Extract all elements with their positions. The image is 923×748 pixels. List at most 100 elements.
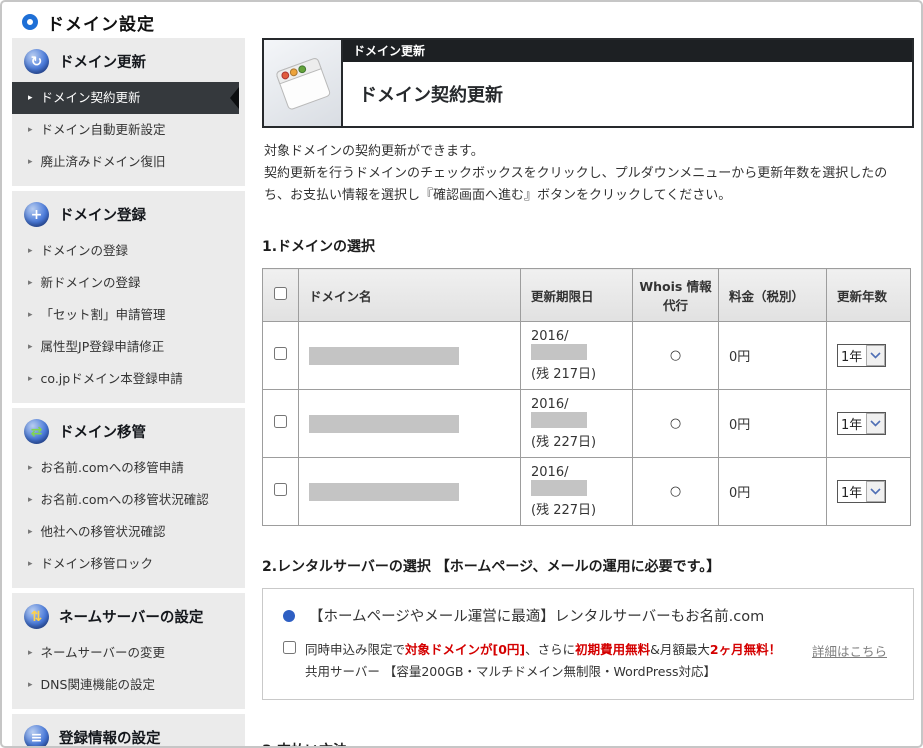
- selected-years: 1年: [838, 482, 866, 501]
- sidebar-item-domain-register[interactable]: ▸ ドメインの登録: [12, 235, 245, 267]
- whois-proxy-status: ○: [633, 390, 719, 458]
- sidebar-item-label: 「セット割」申請管理: [41, 307, 166, 323]
- sidebar-section-header: ⇄ ドメイン移管: [12, 410, 245, 452]
- sidebar-section-title: ドメイン更新: [59, 51, 146, 72]
- section2-heading: 2.レンタルサーバーの選択 【ホームページ、メールの運用に必要です。】: [262, 556, 914, 576]
- triangle-bullet-icon: ▸: [28, 371, 33, 387]
- dropdown-arrow-icon: [866, 481, 885, 502]
- col-header-domain: ドメイン名: [299, 269, 521, 322]
- content-title: ドメイン契約更新: [343, 62, 912, 126]
- sidebar-item-label: 新ドメインの登録: [41, 275, 141, 291]
- sidebar-item-nameserver-change[interactable]: ▸ ネームサーバーの変更: [12, 637, 245, 669]
- sidebar-section-title: ドメイン移管: [59, 421, 146, 442]
- days-remaining: (残 227日): [531, 499, 622, 518]
- sidebar-item-label: ドメインの登録: [41, 243, 129, 259]
- table-header-row: ドメイン名 更新期限日 Whois 情報代行 料金（税別） 更新年数: [263, 269, 911, 322]
- row-checkbox[interactable]: [274, 415, 287, 428]
- sidebar-section-header: ↻ ドメイン更新: [12, 40, 245, 82]
- sidebar-item-new-domain-register[interactable]: ▸ 新ドメインの登録: [12, 267, 245, 299]
- price: 0円: [719, 322, 827, 390]
- server-spec-text: 共用サーバー 【容量200GB・マルチドメイン無制限・WordPress対応】: [305, 661, 781, 683]
- sidebar-item-set-discount-management[interactable]: ▸ 「セット割」申請管理: [12, 299, 245, 331]
- sidebar-item-cojp-main-registration[interactable]: ▸ co.jpドメイン本登録申請: [12, 363, 245, 395]
- sidebar-item-jp-registration-fix[interactable]: ▸ 属性型JP登録申請修正: [12, 331, 245, 363]
- globe-nameserver-icon: ⇅: [24, 604, 49, 629]
- sidebar-section-domain-registration: + ドメイン登録 ▸ ドメインの登録 ▸ 新ドメインの登録 ▸ 「セット割」申請…: [12, 191, 245, 403]
- triangle-bullet-icon: ▸: [28, 243, 33, 259]
- blue-ring-icon: [22, 14, 38, 30]
- sidebar-section-title: 登録情報の設定: [59, 727, 161, 748]
- triangle-bullet-icon: ▸: [28, 524, 33, 540]
- sidebar-item-label: ネームサーバーの変更: [41, 645, 166, 661]
- redacted-domain-name: [309, 415, 459, 433]
- server-option-title: 【ホームページやメール運営に最適】レンタルサーバーもお名前.com: [309, 605, 764, 626]
- blue-bullet-icon: [283, 610, 295, 622]
- sidebar-section-header: ⇅ ネームサーバーの設定: [12, 595, 245, 637]
- sidebar-item-domain-contract-renewal[interactable]: ▸ ドメイン契約更新: [12, 82, 239, 114]
- server-option-row[interactable]: 【ホームページやメール運営に最適】レンタルサーバーもお名前.com: [283, 605, 895, 626]
- price: 0円: [719, 458, 827, 526]
- expiry-date: 2016/: [531, 397, 568, 412]
- sidebar-section-domain-transfer: ⇄ ドメイン移管 ▸ お名前.comへの移管申請 ▸ お名前.comへの移管状況…: [12, 408, 245, 588]
- sidebar-item-label: 属性型JP登録申請修正: [41, 339, 165, 355]
- server-apply-checkbox[interactable]: [283, 641, 296, 654]
- intro-text: 対象ドメインの契約更新ができます。 契約更新を行うドメインのチェックボックスをク…: [264, 141, 912, 206]
- sidebar-section-title: ドメイン登録: [59, 204, 146, 225]
- sidebar-item-label: co.jpドメイン本登録申請: [41, 371, 183, 387]
- redacted-date: [531, 412, 587, 428]
- sidebar-item-transfer-out-status[interactable]: ▸ 他社への移管状況確認: [12, 516, 245, 548]
- sidebar-item-transfer-lock[interactable]: ▸ ドメイン移管ロック: [12, 548, 245, 580]
- domain-table: ドメイン名 更新期限日 Whois 情報代行 料金（税別） 更新年数 2016/…: [262, 268, 911, 526]
- sidebar-item-label: お名前.comへの移管状況確認: [41, 492, 209, 508]
- sidebar-section-header: ≡ 登録情報の設定: [12, 716, 245, 748]
- triangle-bullet-icon: ▸: [28, 645, 33, 661]
- triangle-bullet-icon: ▸: [28, 460, 33, 476]
- intro-line: 対象ドメインの契約更新ができます。: [264, 141, 912, 163]
- days-remaining: (残 227日): [531, 431, 622, 450]
- details-link[interactable]: 詳細はこちら: [812, 641, 887, 660]
- sidebar: ↻ ドメイン更新 ▸ ドメイン契約更新 ▸ ドメイン自動更新設定 ▸ 廃止済みド…: [12, 38, 245, 748]
- table-row: 2016/ (残 227日) ○ 0円 1年: [263, 390, 911, 458]
- globe-document-icon: ≡: [24, 725, 49, 748]
- redacted-domain-name: [309, 347, 459, 365]
- redacted-date: [531, 344, 587, 360]
- sidebar-section-registration-info: ≡ 登録情報の設定 ▸ ドメインWhois情報変更: [12, 714, 245, 748]
- renewal-years-select[interactable]: 1年: [837, 412, 886, 435]
- promo-segment: 同時申込み限定で: [305, 642, 405, 657]
- redacted-domain-name: [309, 483, 459, 501]
- triangle-bullet-icon: ▸: [28, 339, 33, 355]
- days-remaining: (残 217日): [531, 363, 622, 382]
- triangle-bullet-icon: ▸: [28, 492, 33, 508]
- sidebar-item-dns-settings[interactable]: ▸ DNS関連機能の設定: [12, 669, 245, 701]
- intro-line: 契約更新を行うドメインのチェックボックスをクリックし、プルダウンメニューから更新…: [264, 163, 912, 207]
- sidebar-item-restore-expired-domain[interactable]: ▸ 廃止済みドメイン復旧: [12, 146, 245, 178]
- price: 0円: [719, 390, 827, 458]
- row-checkbox[interactable]: [274, 483, 287, 496]
- select-all-checkbox[interactable]: [274, 287, 287, 300]
- page-title: ドメイン設定: [47, 10, 155, 35]
- server-promo-text: 同時申込み限定で対象ドメインが[0円]、さらに初期費用無料&月額最大2ヶ月無料！…: [305, 639, 781, 683]
- sidebar-item-label: お名前.comへの移管申請: [41, 460, 184, 476]
- refresh-orb-icon: ↻: [24, 49, 49, 74]
- redacted-date: [531, 480, 587, 496]
- sidebar-item-transfer-in-request[interactable]: ▸ お名前.comへの移管申請: [12, 452, 245, 484]
- col-header-whois: Whois 情報代行: [633, 269, 719, 322]
- sidebar-item-transfer-in-status[interactable]: ▸ お名前.comへの移管状況確認: [12, 484, 245, 516]
- triangle-bullet-icon: ▸: [28, 307, 33, 323]
- window-app-icon: [264, 40, 343, 126]
- triangle-bullet-icon: ▸: [28, 122, 33, 138]
- sidebar-section-nameserver: ⇅ ネームサーバーの設定 ▸ ネームサーバーの変更 ▸ DNS関連機能の設定: [12, 593, 245, 709]
- col-header-expiry: 更新期限日: [521, 269, 633, 322]
- content-header: ドメイン更新 ドメイン契約更新: [262, 38, 914, 128]
- plus-orb-icon: +: [24, 202, 49, 227]
- promo-segment-red: 2ヶ月無料！: [710, 642, 781, 657]
- expiry-date: 2016/: [531, 329, 568, 344]
- row-checkbox[interactable]: [274, 347, 287, 360]
- sidebar-section-title: ネームサーバーの設定: [59, 606, 203, 627]
- sidebar-item-label: 他社への移管状況確認: [41, 524, 166, 540]
- sidebar-item-label: ドメイン契約更新: [41, 90, 141, 106]
- triangle-bullet-icon: ▸: [28, 677, 33, 693]
- sidebar-item-auto-renewal-settings[interactable]: ▸ ドメイン自動更新設定: [12, 114, 245, 146]
- renewal-years-select[interactable]: 1年: [837, 480, 886, 503]
- renewal-years-select[interactable]: 1年: [837, 344, 886, 367]
